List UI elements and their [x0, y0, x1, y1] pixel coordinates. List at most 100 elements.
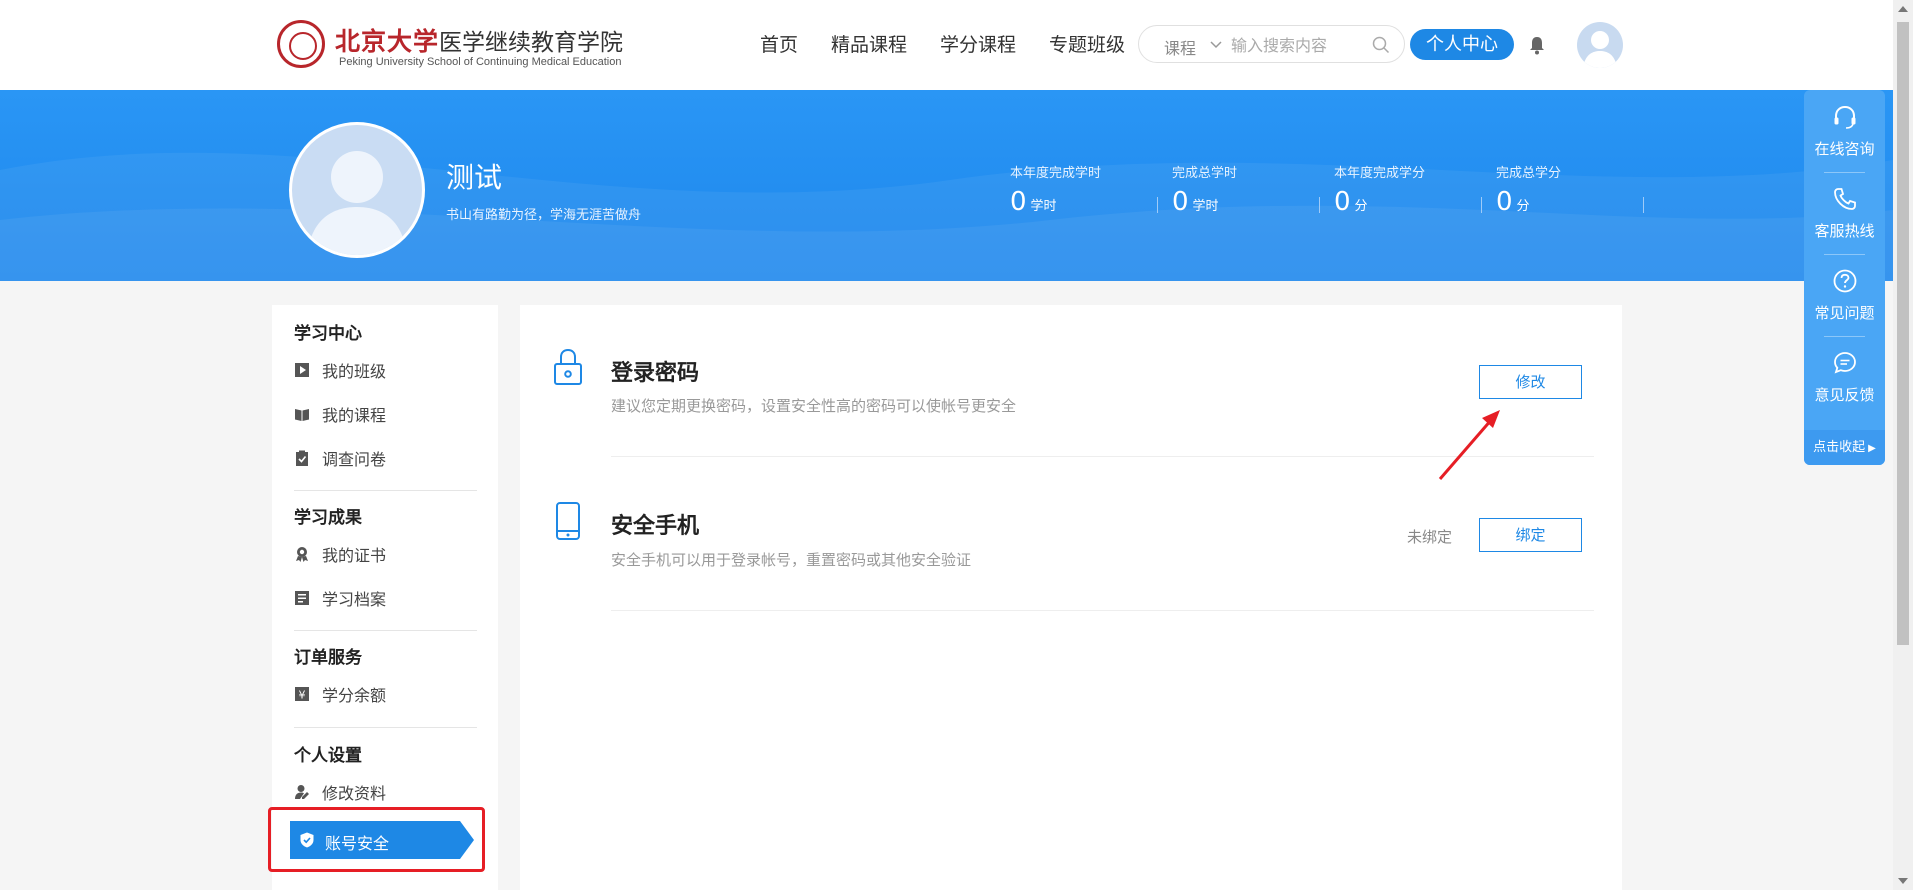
stat-number: 0	[1172, 187, 1189, 217]
user-silhouette-icon	[1583, 31, 1617, 68]
clipboard-check-icon	[296, 450, 308, 466]
float-feedback[interactable]: 意见反馈	[1804, 336, 1885, 418]
float-online-consult[interactable]: 在线咨询	[1804, 90, 1885, 172]
sidebar-item-label: 学分余额	[322, 686, 387, 705]
stat-label: 完成总学分	[1496, 166, 1562, 181]
school-emblem-icon	[277, 20, 325, 68]
float-item-label: 意见反馈	[1814, 386, 1875, 404]
sidebar-item-label: 修改资料	[322, 784, 387, 803]
annotation-arrow	[1438, 410, 1500, 480]
stat-value: 0分	[1334, 187, 1496, 217]
document-icon	[295, 591, 309, 605]
svg-text:¥: ¥	[299, 689, 306, 702]
headset-icon	[1834, 105, 1855, 129]
modify-password-button[interactable]: 修改	[1479, 365, 1582, 399]
sidebar-item-certificates[interactable]: 我的证书	[294, 539, 386, 569]
section-title-study-center: 学习中心	[294, 324, 362, 344]
yuan-icon: ¥	[295, 687, 309, 702]
phone-icon	[1833, 188, 1856, 210]
award-icon	[296, 547, 308, 562]
stat-value: 0分	[1496, 187, 1658, 217]
user-silhouette-icon	[307, 151, 407, 255]
stat-label: 本年度完成学分	[1334, 166, 1426, 181]
password-title: 登录密码	[611, 361, 700, 386]
stat-label: 本年度完成学时	[1010, 166, 1102, 181]
stat-value: 0 学时	[1172, 187, 1334, 217]
main-nav: 首页 精品课程 学分课程 专题班级	[760, 30, 1125, 57]
chevron-down-icon[interactable]	[1209, 37, 1223, 51]
stat-unit: 学时	[1030, 199, 1057, 214]
study-stats: 本年度完成学时 0 学时 完成总学时 0 学时 本年度完成学分 0分 完成总学分 0…	[1010, 162, 1658, 217]
section-title-achievements: 学习成果	[294, 508, 362, 528]
phone-bind-status: 未绑定	[1407, 528, 1453, 546]
sidebar-item-survey[interactable]: 调查问卷	[294, 443, 386, 473]
stat-total-hours: 完成总学时 0 学时	[1172, 162, 1334, 217]
stat-divider	[1319, 197, 1320, 213]
stat-number: 0	[1496, 187, 1513, 217]
nav-topic-classes[interactable]: 专题班级	[1049, 30, 1125, 57]
lock-icon	[554, 348, 582, 385]
sidebar-item-study-records[interactable]: 学习档案	[294, 583, 386, 613]
row-divider	[611, 610, 1594, 611]
mobile-phone-icon	[556, 502, 580, 540]
float-collapse-button[interactable]: 点击收起 ▶	[1804, 430, 1885, 465]
profile-banner: 测试 书山有路勤为径，学海无涯苦做舟 本年度完成学时 0 学时 完成总学时 0 学时…	[0, 90, 1893, 281]
stat-unit: 学时	[1192, 199, 1219, 214]
nav-credit-courses[interactable]: 学分课程	[940, 30, 1016, 57]
nav-home[interactable]: 首页	[760, 30, 798, 57]
scrollbar-thumb[interactable]	[1897, 22, 1909, 645]
highlight-annotation-box	[268, 807, 485, 872]
stat-divider	[1643, 197, 1644, 213]
sidebar-item-label: 我的课程	[322, 406, 387, 425]
user-avatar[interactable]	[1577, 22, 1623, 68]
page-scrollbar[interactable]	[1893, 0, 1913, 890]
section-divider	[294, 727, 477, 728]
sidebar-item-my-courses[interactable]: 我的课程	[294, 399, 386, 429]
search-box: 课程	[1138, 25, 1405, 63]
sidebar-item-edit-profile[interactable]: 修改资料	[294, 777, 386, 807]
nav-featured-courses[interactable]: 精品课程	[831, 30, 907, 57]
float-service-hotline[interactable]: 客服热线	[1804, 172, 1885, 254]
section-title-personal-settings: 个人设置	[294, 746, 362, 766]
chat-bubble-icon	[1833, 352, 1856, 374]
float-collapse-label: 点击收起	[1813, 440, 1866, 455]
top-header: 北京大学医学继续教育学院 Peking University School of…	[0, 0, 1893, 90]
search-icon[interactable]	[1372, 36, 1390, 54]
scroll-up-arrow-icon[interactable]	[1898, 6, 1908, 12]
stat-label: 完成总学时	[1172, 166, 1238, 181]
caret-right-icon: ▶	[1868, 443, 1876, 454]
scroll-down-arrow-icon[interactable]	[1898, 878, 1908, 884]
book-icon	[295, 409, 309, 421]
float-faq[interactable]: 常见问题	[1804, 254, 1885, 336]
sidebar-item-label: 学习档案	[322, 590, 387, 609]
sidebar: 学习中心 我的班级 我的课程 调查问卷 学习成果 我的证书 学习档案 订单服务 …	[272, 305, 498, 890]
sidebar-item-label: 调查问卷	[322, 450, 387, 469]
logo-chinese-name: 北京大学医学继续教育学院	[335, 27, 624, 56]
stat-value: 0 学时	[1010, 187, 1172, 217]
profile-avatar[interactable]	[289, 122, 425, 258]
stat-number: 0	[1334, 187, 1351, 217]
section-divider	[294, 630, 477, 631]
stat-divider	[1157, 197, 1158, 213]
stat-year-hours: 本年度完成学时 0 学时	[1010, 162, 1172, 217]
phone-title: 安全手机	[611, 514, 700, 539]
bell-icon[interactable]	[1528, 35, 1546, 55]
user-motto: 书山有路勤为径，学海无涯苦做舟	[446, 208, 642, 223]
stat-number: 0	[1010, 187, 1027, 217]
stat-unit: 分	[1354, 199, 1368, 214]
sidebar-item-my-classes[interactable]: 我的班级	[294, 355, 386, 385]
stat-unit: 分	[1516, 199, 1530, 214]
float-item-label: 客服热线	[1814, 222, 1875, 240]
bind-phone-button[interactable]: 绑定	[1479, 518, 1582, 552]
security-settings-panel: 登录密码 建议您定期更换密码，设置安全性高的密码可以使帐号更安全 修改 安全手机…	[520, 305, 1622, 890]
play-icon	[295, 363, 309, 377]
personal-center-button[interactable]: 个人中心	[1410, 29, 1514, 60]
question-icon	[1833, 269, 1856, 293]
sidebar-item-credit-balance[interactable]: ¥ 学分余额	[294, 679, 386, 709]
section-title-order-service: 订单服务	[294, 648, 362, 668]
sidebar-item-label: 我的证书	[322, 546, 387, 565]
phone-description: 安全手机可以用于登录帐号，重置密码或其他安全验证	[611, 551, 972, 569]
search-category-select[interactable]: 课程	[1164, 35, 1196, 59]
search-input[interactable]	[1229, 33, 1373, 57]
school-logo[interactable]: 北京大学医学继续教育学院 Peking University School of…	[277, 18, 623, 72]
